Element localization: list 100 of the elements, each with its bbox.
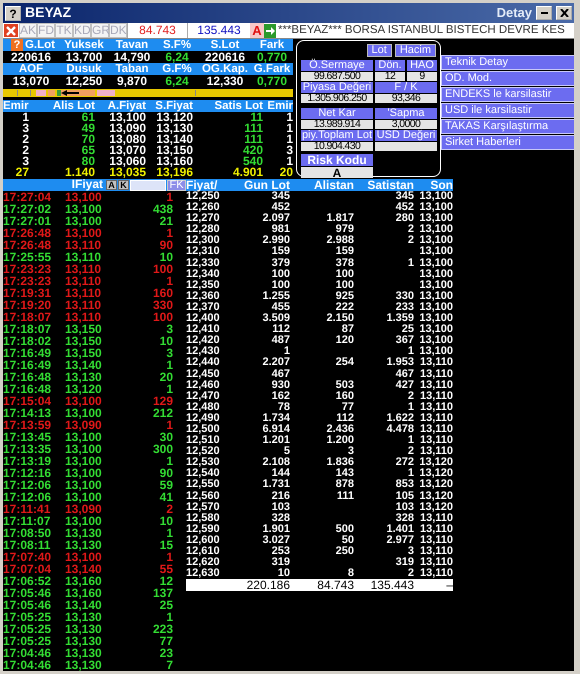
stat-label: OG.Kap. — [200, 63, 249, 75]
menu-item[interactable]: USD ile karsilastir — [441, 103, 574, 118]
price-level-value: 328 — [394, 512, 414, 524]
total-value: 220.186 — [246, 579, 290, 592]
price-level-value: 378 — [334, 258, 354, 269]
order-value: 1 — [21, 112, 29, 123]
price-level-value: 878 — [334, 479, 354, 491]
stat-label: Taban — [114, 63, 150, 75]
price-level-value: 2 — [406, 224, 414, 236]
sort-button[interactable]: A — [106, 180, 117, 190]
menu-item[interactable]: Sirket Haberleri — [441, 135, 574, 150]
price-level-value: 1.622 — [385, 412, 414, 424]
price-level-value: 13,100 — [418, 290, 453, 302]
trade-time: 17:15:04 — [3, 395, 52, 407]
trade-price: 13,140 — [65, 563, 103, 575]
price-level-value: 13,110 — [418, 368, 453, 380]
trade-lot: 330 — [152, 299, 173, 311]
column-header: Satistan — [366, 179, 414, 191]
price-level-value: 159 — [334, 246, 354, 258]
trade-lot: 2 — [165, 503, 173, 515]
field-value: 9 — [407, 72, 437, 81]
help-icon[interactable]: ? — [5, 6, 21, 20]
help-icon[interactable]: ? — [10, 39, 23, 51]
price-level-value: 1.401 — [385, 524, 414, 535]
trade-time: 17:16:48 — [3, 371, 52, 383]
column-header: Emir — [266, 100, 293, 112]
price-level-value: 13,110 — [418, 534, 453, 546]
toggle-button[interactable]: Hacim — [394, 44, 436, 57]
menu-item[interactable]: OD. Mod. — [441, 71, 574, 86]
price-level-value: 1.255 — [261, 290, 290, 302]
price-level-value: 1 — [406, 258, 414, 269]
news-ticker: ***BEYAZ*** BORSA ISTANBUL BISTECH DEVRE KES — [277, 23, 566, 38]
field-label: Dön. — [375, 60, 405, 71]
price-level-value: 13,100 — [418, 302, 453, 313]
filter-button[interactable]: FK — [167, 180, 186, 190]
price-level-value: 345 — [394, 191, 414, 202]
trade-time: 17:05:25 — [3, 635, 52, 647]
trade-lot: 41 — [158, 491, 173, 503]
sort-button[interactable]: K — [118, 180, 129, 190]
price-level-value: 13,100 — [418, 335, 453, 346]
price-level-value: 13,100 — [418, 324, 453, 336]
menu-item[interactable]: ENDEKS le karsilastir — [441, 87, 574, 102]
price-level-value: 1.201 — [261, 435, 290, 446]
trade-time: 17:16:48 — [3, 383, 52, 395]
price-level-value: 100 — [334, 268, 354, 280]
price-level-value: 503 — [334, 380, 354, 391]
menu-item[interactable]: TAKAS Karşılaştırma — [441, 119, 574, 134]
price-level-value: 13,110 — [418, 424, 453, 435]
field-label: F / K — [375, 82, 437, 93]
price-level-value: 13,100 — [418, 224, 453, 236]
close-button[interactable] — [556, 6, 572, 20]
price-level-value: 6.914 — [261, 424, 290, 435]
trade-price: 13,100 — [65, 467, 103, 479]
price-level-value: 345 — [270, 191, 290, 202]
trade-price: 13,130 — [65, 647, 103, 659]
close-icon — [560, 9, 568, 17]
trade-lot: 23 — [158, 647, 173, 659]
price-level-value: 2.207 — [261, 357, 290, 368]
trade-lot: 1 — [165, 191, 173, 203]
price-level-value: 1 — [408, 346, 414, 358]
price-level-value: 12,300 — [186, 235, 221, 246]
trade-lot: 3 — [165, 347, 173, 359]
stat-label: Tavan — [114, 39, 150, 51]
field-label: USD Değeri — [375, 130, 437, 141]
price-level-value: 12,570 — [186, 502, 221, 513]
trade-price: 13,150 — [65, 347, 103, 359]
price-level-value: 25 — [402, 324, 414, 336]
price-level-value: 330 — [394, 290, 414, 302]
menu-item[interactable]: Teknik Detay — [441, 55, 574, 70]
price-level-value: 13,100 — [418, 280, 453, 291]
trade-time: 17:05:25 — [3, 611, 52, 623]
order-value: 13,090 — [108, 123, 146, 134]
stat-value: 14,790 — [112, 51, 152, 63]
order-value: 540 — [242, 156, 263, 167]
order-value: 13,130 — [155, 123, 193, 134]
price-level-value: 222 — [334, 302, 354, 313]
field-value: 1.305.906.250 — [301, 94, 373, 103]
price-level-value: 13,120 — [418, 457, 453, 468]
price-level-value: 160 — [334, 390, 354, 402]
field-label: Piyasa Değeri — [301, 82, 373, 93]
price-level-value: 12,620 — [186, 557, 221, 568]
price-level-value: 487 — [270, 335, 290, 346]
order-value: 1 — [285, 112, 293, 123]
price-level-value: 1.200 — [325, 435, 354, 446]
price-level-value: 13,110 — [418, 446, 453, 458]
price-level-value: 13,110 — [418, 412, 453, 424]
price-level-value: 8 — [346, 568, 354, 580]
price-level-value: 77 — [340, 402, 354, 413]
trade-price: 13,110 — [65, 299, 102, 311]
toggle-button[interactable]: Lot — [366, 44, 392, 57]
order-value: 111 — [244, 134, 263, 145]
price-level-value: 12,400 — [186, 313, 221, 324]
price-level-value: 2.990 — [261, 235, 290, 246]
filter-field[interactable] — [130, 180, 166, 190]
trade-price: 13,110 — [65, 287, 102, 299]
price-level-value: 13,110 — [418, 390, 453, 402]
price-level-value: 13,100 — [418, 246, 453, 258]
trade-time: 17:27:04 — [3, 191, 52, 203]
trade-price: 13,110 — [65, 263, 102, 275]
minimize-button[interactable] — [536, 6, 552, 20]
